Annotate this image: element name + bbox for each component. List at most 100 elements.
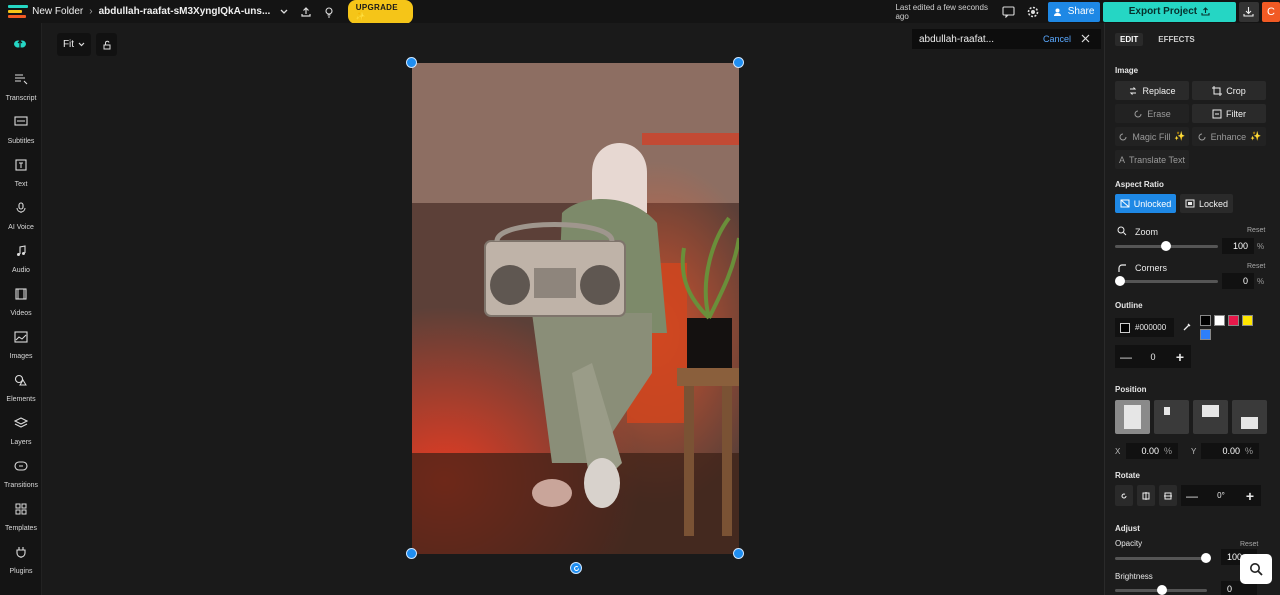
brightness-slider-knob[interactable] xyxy=(1157,585,1167,595)
sidebar-home-icon[interactable] xyxy=(12,37,28,55)
share-button[interactable]: Share xyxy=(1048,1,1100,22)
comments-icon[interactable] xyxy=(1001,4,1015,20)
breadcrumb-folder[interactable]: New Folder xyxy=(32,6,83,17)
resize-handle-bottom-left[interactable] xyxy=(406,548,417,559)
last-edited-status: Last edited a few seconds ago xyxy=(895,2,988,21)
swatch-red[interactable] xyxy=(1228,315,1239,326)
rotate-cw-button[interactable] xyxy=(1115,485,1133,506)
sidebar-item-subtitles[interactable]: Subtitles xyxy=(0,116,42,148)
opacity-slider-knob[interactable] xyxy=(1201,553,1211,563)
templates-icon xyxy=(15,503,27,515)
opacity-slider[interactable] xyxy=(1115,557,1207,560)
tab-edit[interactable]: EDIT xyxy=(1115,33,1144,46)
ai-voice-icon xyxy=(16,202,26,213)
videos-icon xyxy=(15,288,27,300)
sidebar-item-transcript[interactable]: Transcript xyxy=(0,73,42,105)
locked-button[interactable]: Locked xyxy=(1180,194,1233,213)
image-section-heading: Image xyxy=(1115,66,1139,75)
replace-button[interactable]: Replace xyxy=(1115,81,1189,100)
zoom-fit-dropdown[interactable]: Fit xyxy=(57,33,91,56)
swatch-black[interactable] xyxy=(1200,315,1211,326)
flip-vertical-icon xyxy=(1164,492,1172,499)
translate-text-button[interactable]: A Translate Text xyxy=(1115,150,1189,169)
sidebar-item-text[interactable]: Text xyxy=(0,159,42,191)
selected-image-layer[interactable] xyxy=(412,63,739,554)
erase-button[interactable]: Erase xyxy=(1115,104,1189,123)
sidebar-item-images[interactable]: Images xyxy=(0,331,42,363)
settings-gear-icon[interactable] xyxy=(1026,4,1040,20)
position-bottom-button[interactable] xyxy=(1232,400,1267,434)
lock-toggle-button[interactable] xyxy=(96,33,117,56)
resize-handle-bottom-right[interactable] xyxy=(733,548,744,559)
sidebar-item-ai-voice[interactable]: AI Voice xyxy=(0,202,42,234)
increase-icon[interactable]: + xyxy=(1239,488,1261,504)
enhance-icon xyxy=(1198,133,1206,140)
close-icon[interactable] xyxy=(1081,30,1090,48)
search-button[interactable] xyxy=(1240,554,1272,584)
unlocked-button[interactable]: Unlocked xyxy=(1115,194,1176,213)
rotate-stepper[interactable]: — 0° + xyxy=(1181,485,1261,506)
corners-slider-knob[interactable] xyxy=(1115,276,1125,286)
download-button[interactable] xyxy=(1238,1,1259,22)
increase-icon[interactable]: + xyxy=(1169,349,1191,365)
rotate-handle-icon[interactable] xyxy=(570,562,582,574)
filter-button[interactable]: Filter xyxy=(1192,104,1266,123)
sidebar-item-templates[interactable]: Templates xyxy=(0,503,42,535)
position-heading: Position xyxy=(1115,385,1147,394)
rotate-icon xyxy=(1121,493,1127,499)
zoom-unit: % xyxy=(1257,242,1265,251)
cancel-button[interactable]: Cancel xyxy=(1043,34,1071,44)
outline-color-preview xyxy=(1120,322,1130,333)
outline-color-field[interactable]: #000000 xyxy=(1115,318,1174,337)
user-avatar[interactable]: C xyxy=(1261,1,1280,22)
swatch-blue[interactable] xyxy=(1200,329,1211,340)
adjust-heading: Adjust xyxy=(1115,524,1140,533)
images-icon xyxy=(14,331,28,343)
flip-vertical-button[interactable] xyxy=(1159,485,1177,506)
locked-ratio-icon xyxy=(1185,199,1195,208)
project-title[interactable]: abdullah-raafat-sM3XyngIQkA-uns... xyxy=(99,6,271,17)
sidebar-item-videos[interactable]: Videos xyxy=(0,288,42,320)
sidebar-item-elements[interactable]: Elements xyxy=(0,374,42,406)
swatch-white[interactable] xyxy=(1214,315,1225,326)
decrease-icon[interactable]: — xyxy=(1181,489,1203,503)
resize-handle-top-right[interactable] xyxy=(733,57,744,68)
layer-name-input[interactable]: abdullah-raafat... xyxy=(919,34,1037,45)
tab-effects[interactable]: EFFECTS xyxy=(1153,33,1199,46)
resize-handle-top-left[interactable] xyxy=(406,57,417,68)
enhance-button[interactable]: Enhance ✨ xyxy=(1192,127,1266,146)
eyedropper-icon[interactable] xyxy=(1182,322,1192,332)
sidebar-item-plugins[interactable]: Plugins xyxy=(0,546,42,578)
position-fill-button[interactable] xyxy=(1115,400,1150,434)
zoom-value-field[interactable]: 100 xyxy=(1222,238,1254,254)
x-value-field[interactable]: 0.00% xyxy=(1126,443,1178,459)
upload-icon[interactable] xyxy=(299,4,313,20)
corners-slider[interactable] xyxy=(1115,280,1218,283)
crop-icon xyxy=(1212,85,1223,96)
unlocked-ratio-icon xyxy=(1120,199,1130,208)
crop-button[interactable]: Crop xyxy=(1192,81,1266,100)
lightbulb-icon[interactable] xyxy=(321,4,335,20)
position-top-button[interactable] xyxy=(1193,400,1228,434)
sidebar-item-layers[interactable]: Layers xyxy=(0,417,42,449)
outline-width-stepper[interactable]: — 0 + xyxy=(1115,345,1191,368)
corners-value-field[interactable]: 0 xyxy=(1222,273,1254,289)
export-project-button[interactable]: Export Project xyxy=(1102,1,1236,22)
magic-fill-button[interactable]: Magic Fill ✨ xyxy=(1115,127,1189,146)
position-top-left-button[interactable] xyxy=(1154,400,1189,434)
opacity-reset-button[interactable]: Reset xyxy=(1240,541,1258,548)
layer-name-field[interactable]: abdullah-raafat... Cancel xyxy=(912,29,1101,49)
zoom-reset-button[interactable]: Reset xyxy=(1247,227,1265,234)
decrease-icon[interactable]: — xyxy=(1115,350,1137,364)
upgrade-button[interactable]: UPGRADE ✨ xyxy=(347,0,414,24)
sidebar-item-audio[interactable]: Audio xyxy=(0,245,42,277)
flip-horizontal-button[interactable] xyxy=(1137,485,1155,506)
corners-reset-button[interactable]: Reset xyxy=(1247,263,1265,270)
y-value-field[interactable]: 0.00% xyxy=(1201,443,1259,459)
zoom-slider-knob[interactable] xyxy=(1161,241,1171,251)
erase-icon xyxy=(1134,110,1142,117)
swatch-yellow[interactable] xyxy=(1242,315,1253,326)
app-logo[interactable] xyxy=(8,4,28,19)
chevron-down-icon[interactable] xyxy=(276,4,290,20)
sidebar-item-transitions[interactable]: Transitions xyxy=(0,460,42,492)
